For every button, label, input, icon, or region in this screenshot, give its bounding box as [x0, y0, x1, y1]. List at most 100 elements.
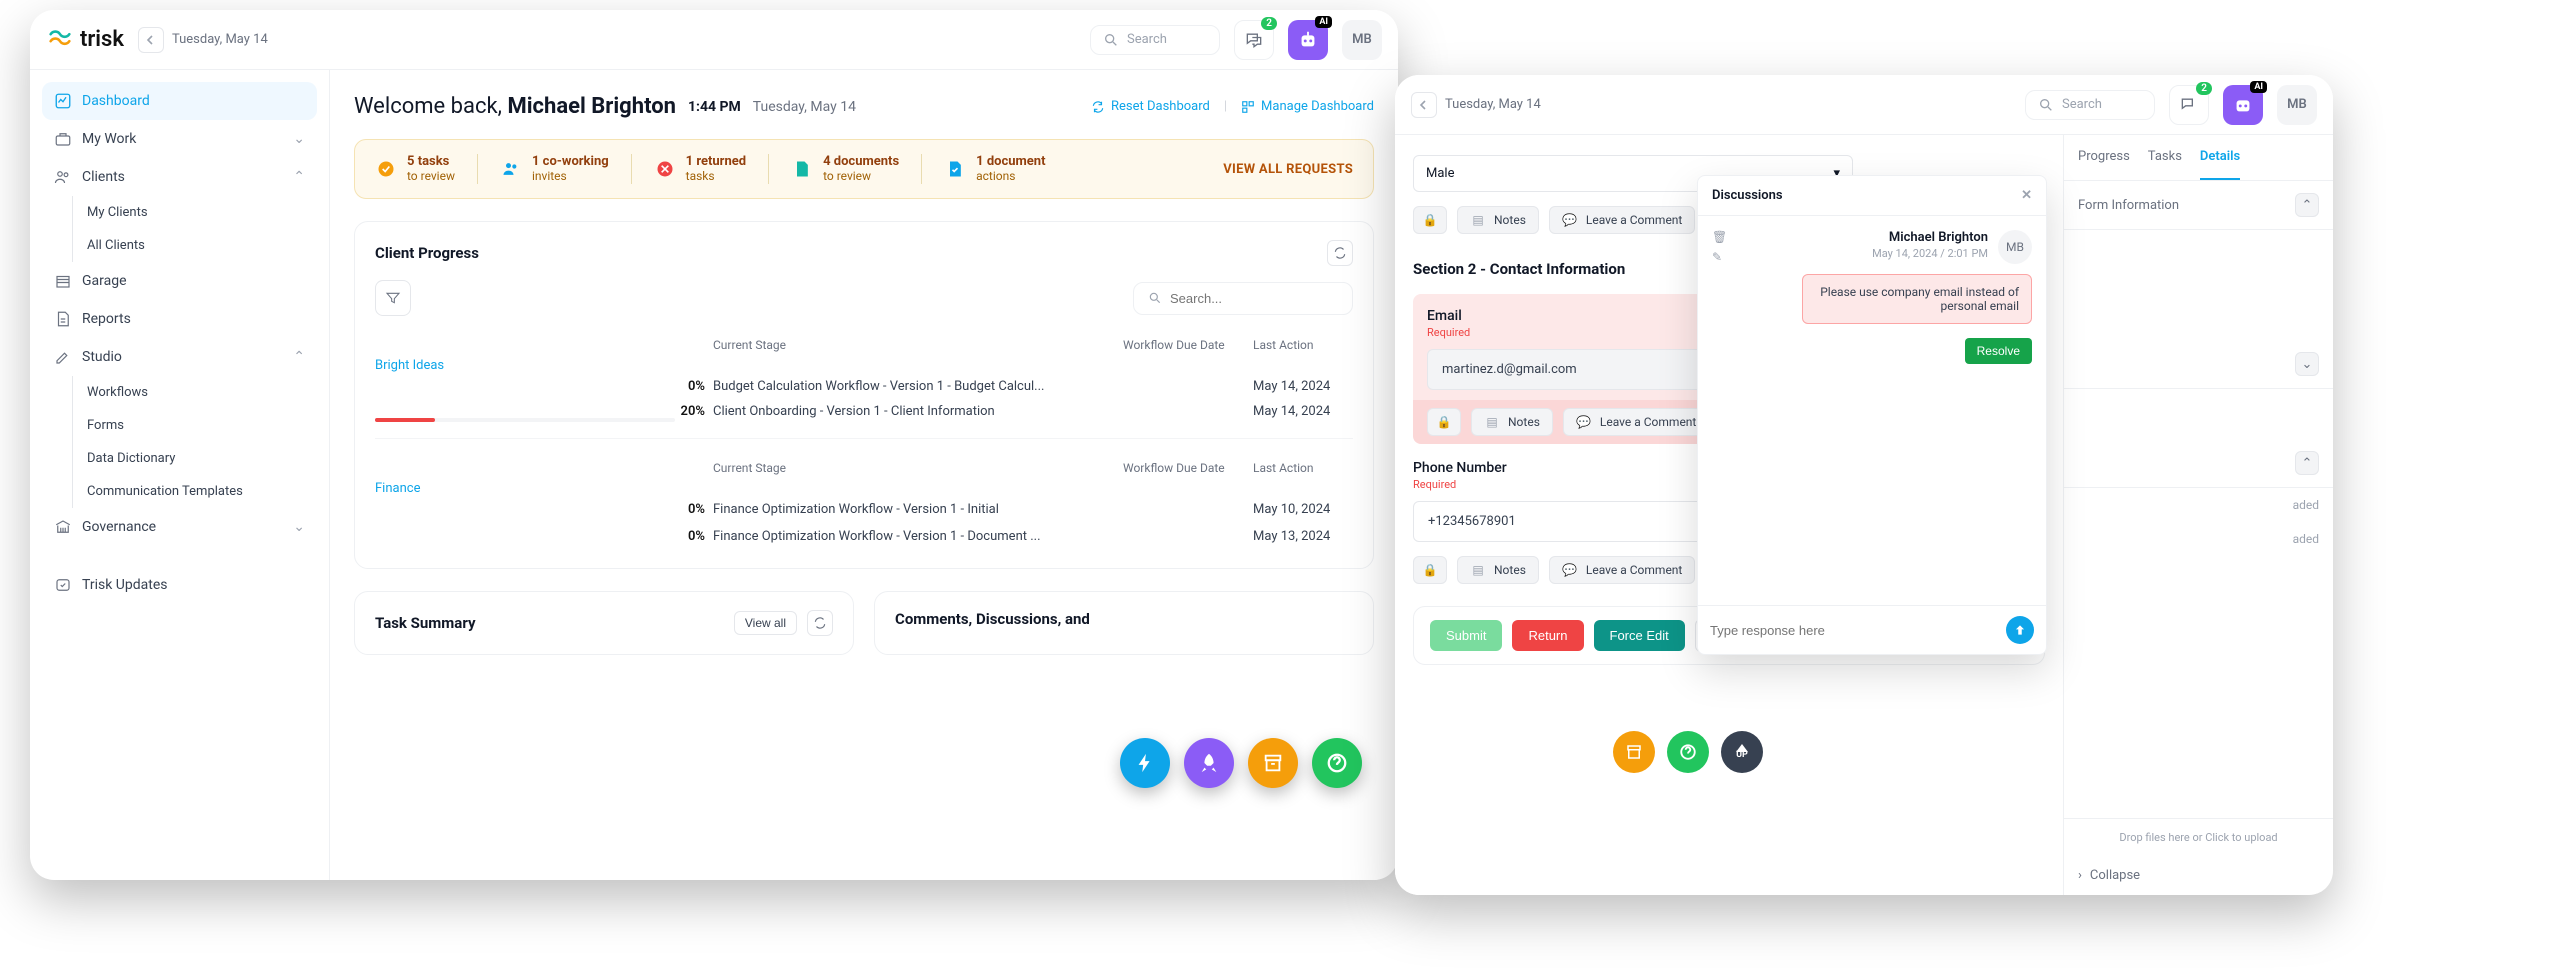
discussion-message: Please use company email instead of pers… [1802, 274, 2032, 324]
notes-pill[interactable]: ▤Notes [1471, 408, 1553, 436]
refresh-button[interactable] [1327, 240, 1353, 266]
users-icon [501, 159, 521, 179]
logo: trisk [46, 26, 124, 54]
progress-search[interactable] [1133, 282, 1353, 315]
reset-dashboard-link[interactable]: Reset Dashboard [1091, 99, 1210, 114]
nav-garage[interactable]: Garage [42, 262, 317, 300]
nav-my-clients[interactable]: My Clients [87, 196, 317, 229]
search-icon [1103, 32, 1119, 48]
discussion-author: Michael Brighton [1737, 230, 1988, 245]
discussion-response-input[interactable] [1710, 623, 1996, 638]
layout-icon [1241, 100, 1255, 114]
nav-updates[interactable]: Trisk Updates [42, 566, 317, 604]
fab-archive[interactable] [1248, 738, 1298, 788]
alert-strip: 5 tasksto review 1 co-workinginvites 1 r… [354, 139, 1374, 199]
chevron-up-icon: ⌃ [2295, 451, 2319, 475]
nav-governance[interactable]: Governance ⌄ [42, 508, 317, 546]
filter-icon [385, 290, 401, 306]
close-button[interactable]: ✕ [2021, 188, 2032, 203]
comment-pill[interactable]: 💬Leave a Comment [1549, 556, 1695, 584]
lock-pill[interactable]: 🔒 [1413, 556, 1447, 584]
mini-fab-help[interactable] [1667, 731, 1709, 773]
nav-workflows[interactable]: Workflows [87, 376, 317, 409]
filter-button[interactable] [375, 280, 411, 316]
submit-button[interactable]: Submit [1430, 620, 1502, 651]
resolve-button[interactable]: Resolve [1965, 338, 2032, 364]
arrow-up-icon [2013, 623, 2027, 637]
details-sidebar: Progress Tasks Details Form Information … [2063, 135, 2333, 895]
user-avatar[interactable]: MB [2277, 85, 2317, 125]
form-info-section[interactable]: Form Information ⌃ [2064, 181, 2333, 230]
task-summary-panel: Task Summary View all [354, 591, 854, 655]
nav-reports[interactable]: Reports [42, 300, 317, 338]
edit-icon[interactable]: ✎ [1712, 250, 1727, 264]
alert-documents[interactable]: 4 documentsto review [791, 154, 922, 184]
discussions-title: Discussions [1712, 188, 1783, 203]
side-section-2[interactable]: ⌄ [2064, 340, 2333, 389]
client-link-bright-ideas[interactable]: Bright Ideas [375, 358, 1353, 373]
user-avatar[interactable]: MB [1342, 20, 1382, 60]
discussion-avatar: MB [1998, 230, 2032, 264]
notes-pill[interactable]: ▤Notes [1457, 556, 1539, 584]
global-search[interactable]: Search [2025, 90, 2155, 120]
nav-clients[interactable]: Clients ⌃ [42, 158, 317, 196]
fab-lightning[interactable] [1120, 738, 1170, 788]
side-section-3[interactable]: ⌃ [2064, 439, 2333, 488]
nav-dashboard[interactable]: Dashboard [42, 82, 317, 120]
comment-icon: 💬 [1562, 213, 1578, 227]
header-date: Tuesday, May 14 [172, 32, 268, 47]
nav-mywork[interactable]: My Work ⌄ [42, 120, 317, 158]
notes-pill[interactable]: ▤Notes [1457, 206, 1539, 234]
tab-tasks[interactable]: Tasks [2148, 135, 2182, 180]
nav-forms[interactable]: Forms [87, 409, 317, 442]
chat-button[interactable]: 2 [1234, 20, 1274, 60]
ai-assistant-button[interactable]: AI [1288, 20, 1328, 60]
dashboard-icon [54, 92, 72, 110]
lock-pill[interactable]: 🔒 [1427, 408, 1461, 436]
collapse-button[interactable]: › Collapse [2064, 856, 2333, 895]
discussions-panel: Discussions ✕ 🗑 ✎ Michael Brighton May 1… [1697, 175, 2047, 655]
chevron-up-icon: ⌃ [293, 169, 305, 185]
notif-badge: 2 [1261, 17, 1277, 30]
trash-icon[interactable]: 🗑 [1712, 230, 1727, 244]
alert-returned[interactable]: 1 returnedtasks [654, 154, 769, 184]
mini-fab-archive[interactable] [1613, 731, 1655, 773]
refresh-button[interactable] [807, 610, 833, 636]
comment-pill[interactable]: 💬Leave a Comment [1563, 408, 1709, 436]
tab-progress[interactable]: Progress [2078, 135, 2130, 180]
date-prev-button[interactable] [138, 27, 164, 53]
alert-doc-actions[interactable]: 1 documentactions [944, 154, 1067, 184]
nav-all-clients[interactable]: All Clients [87, 229, 317, 262]
global-search[interactable]: Search [1090, 25, 1220, 55]
date-prev-button[interactable] [1411, 92, 1437, 118]
fab-help[interactable] [1312, 738, 1362, 788]
comments-panel: Comments, Discussions, and [874, 591, 1374, 655]
alert-coworking[interactable]: 1 co-workinginvites [500, 154, 632, 184]
view-all-requests-link[interactable]: VIEW ALL REQUESTS [1223, 162, 1353, 177]
comment-pill[interactable]: 💬Leave a Comment [1549, 206, 1695, 234]
nav-data-dictionary[interactable]: Data Dictionary [87, 442, 317, 475]
col-stage: Current Stage [713, 338, 1123, 352]
force-edit-button[interactable]: Force Edit [1594, 620, 1685, 651]
lock-pill[interactable]: 🔒 [1413, 206, 1447, 234]
send-button[interactable] [2006, 616, 2034, 644]
nav-comm-templates[interactable]: Communication Templates [87, 475, 317, 508]
search-input[interactable] [1170, 291, 1338, 306]
file-drop-zone[interactable]: Drop files here or Click to upload [2064, 818, 2333, 856]
side-tabs: Progress Tasks Details [2064, 135, 2333, 181]
tab-details[interactable]: Details [2200, 135, 2240, 180]
return-button[interactable]: Return [1512, 620, 1583, 651]
right-header: Tuesday, May 14 Search 2 AI MB [1395, 75, 2333, 135]
ai-assistant-button[interactable]: AI [2223, 85, 2263, 125]
alert-tasks[interactable]: 5 tasksto review [375, 154, 478, 184]
mini-fab-up[interactable]: UP [1721, 731, 1763, 773]
document-action-icon [945, 159, 965, 179]
fab-rocket[interactable] [1184, 738, 1234, 788]
view-all-button[interactable]: View all [734, 611, 797, 635]
archive-icon [1262, 752, 1284, 774]
current-date: Tuesday, May 14 [753, 99, 856, 115]
manage-dashboard-link[interactable]: Manage Dashboard [1241, 99, 1374, 114]
client-link-finance[interactable]: Finance [375, 481, 1353, 496]
nav-studio[interactable]: Studio ⌃ [42, 338, 317, 376]
chat-button[interactable]: 2 [2169, 85, 2209, 125]
